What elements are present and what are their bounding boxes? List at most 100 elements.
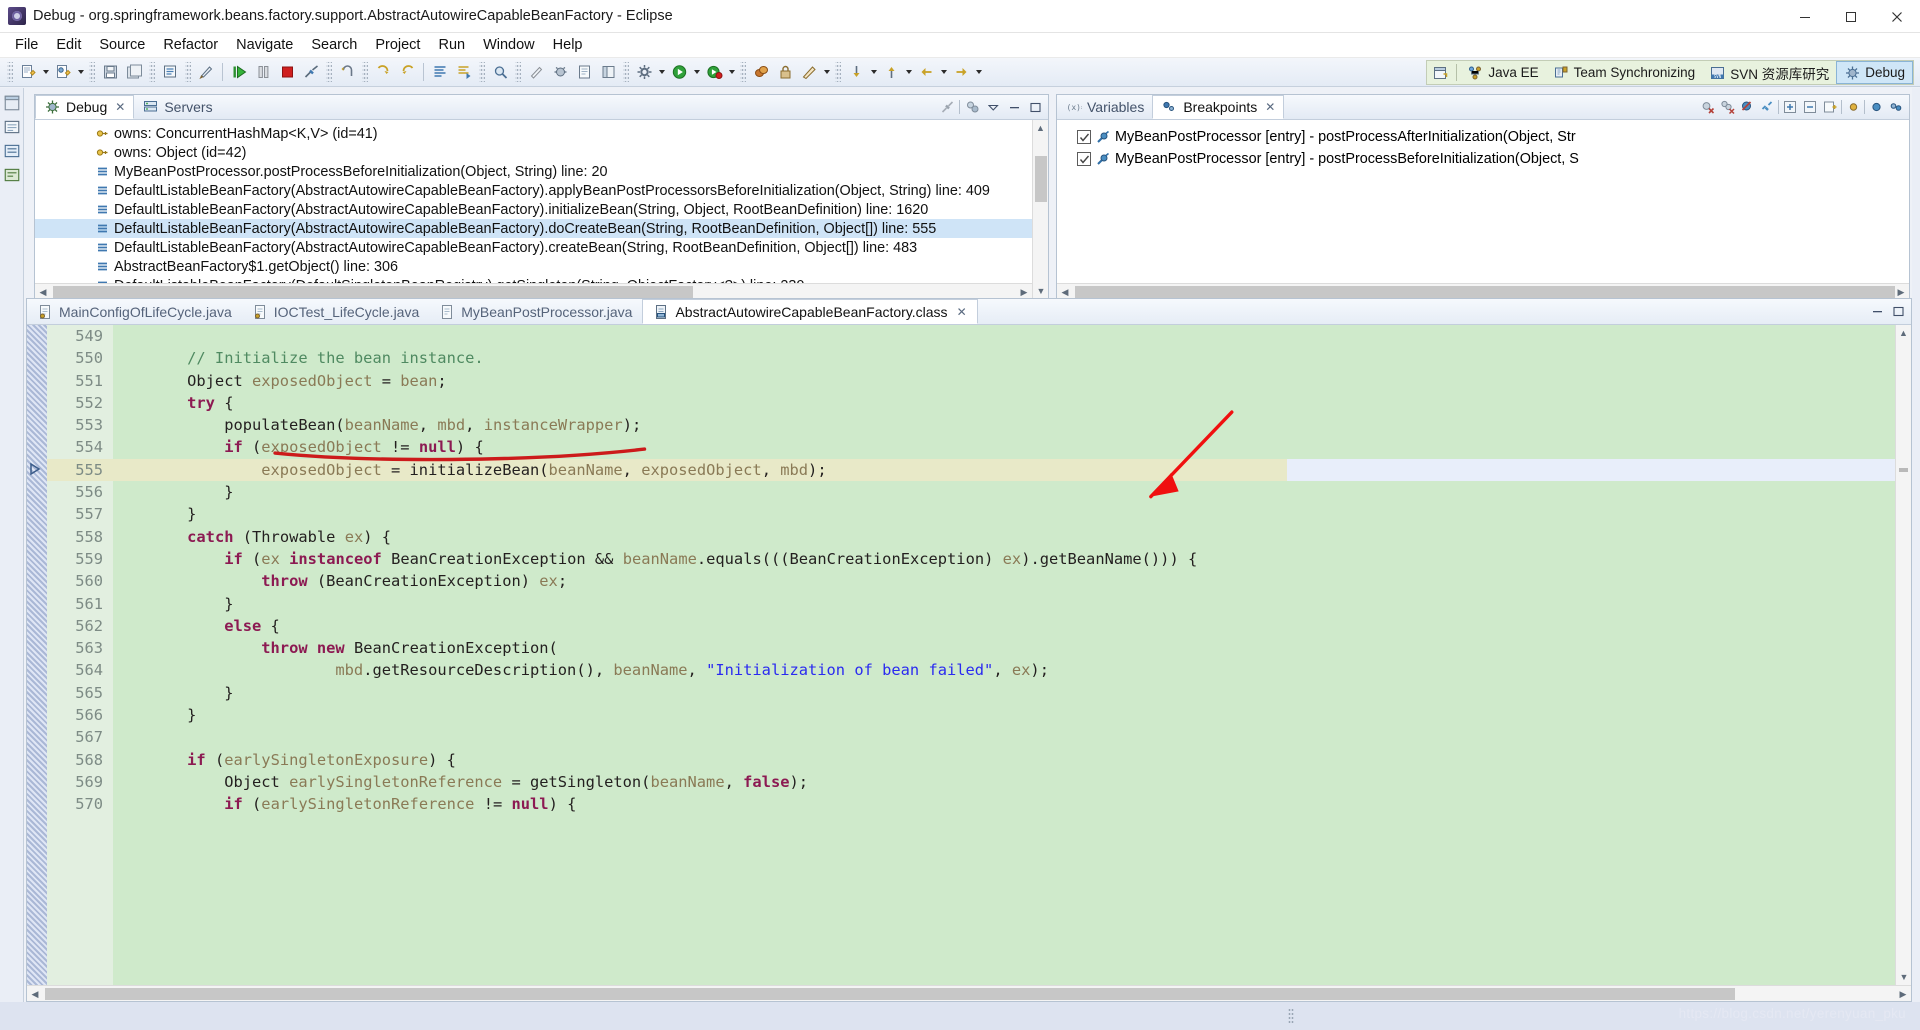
minimize-icon[interactable] xyxy=(1868,302,1886,320)
stack-frame-row[interactable]: MyBeanPostProcessor.postProcessBeforeIni… xyxy=(35,162,1048,181)
close-icon[interactable] xyxy=(1874,0,1920,33)
new-java-class-icon[interactable] xyxy=(52,61,74,83)
new-java-class-dropdown-icon[interactable] xyxy=(75,61,86,83)
breakpoint-checkbox[interactable] xyxy=(1077,130,1091,144)
scrollbar-thumb[interactable] xyxy=(1075,286,1895,298)
open-perspective-icon[interactable] xyxy=(1427,61,1453,84)
prev-annotation-icon[interactable] xyxy=(880,61,902,83)
scroll-right-icon[interactable]: ▶ xyxy=(1895,986,1911,1001)
toolbar-grip-10[interactable] xyxy=(740,62,746,82)
restore-icon[interactable] xyxy=(3,94,21,112)
menu-edit[interactable]: Edit xyxy=(47,35,90,55)
maximize-icon[interactable] xyxy=(1889,302,1907,320)
status-bar-grip[interactable] xyxy=(1288,1008,1294,1025)
remove-breakpoint-icon[interactable] xyxy=(1698,98,1716,116)
forward-dropdown-icon[interactable] xyxy=(973,61,984,83)
source-line[interactable]: } xyxy=(113,503,1895,525)
annotation-dropdown-icon[interactable] xyxy=(821,61,832,83)
suspend-icon[interactable] xyxy=(252,61,274,83)
toggle-mark-occurrences-icon[interactable] xyxy=(195,61,217,83)
toolbar-grip-9[interactable] xyxy=(623,62,629,82)
breakpoints-horizontal-scrollbar[interactable]: ◀ ▶ xyxy=(1057,283,1909,299)
menu-project[interactable]: Project xyxy=(366,35,429,55)
debug-last-icon[interactable] xyxy=(549,61,571,83)
tab-servers[interactable]: Servers xyxy=(134,95,220,119)
toolbar-grip-6[interactable] xyxy=(362,62,368,82)
tab-debug-close-icon[interactable]: ✕ xyxy=(115,100,125,114)
toolbar-grip-5[interactable] xyxy=(326,62,332,82)
save-all-icon[interactable] xyxy=(123,61,145,83)
stack-frame-row[interactable]: owns: Object (id=42) xyxy=(35,143,1048,162)
scroll-left-icon[interactable]: ◀ xyxy=(27,986,43,1001)
properties-icon[interactable] xyxy=(573,61,595,83)
debug-run-dropdown-icon[interactable] xyxy=(726,61,737,83)
package-explorer-icon[interactable] xyxy=(3,118,21,136)
toolbar-grip-11[interactable] xyxy=(835,62,841,82)
expand-all-icon[interactable] xyxy=(1781,98,1799,116)
scroll-down-icon[interactable]: ▼ xyxy=(1896,969,1911,985)
perspective-debug[interactable]: Debug xyxy=(1836,61,1913,84)
stack-frame-row[interactable]: DefaultListableBeanFactory(AbstractAutow… xyxy=(35,200,1048,219)
toolbar-grip-8[interactable] xyxy=(515,62,521,82)
source-line[interactable]: Object exposedObject = bean; xyxy=(113,370,1895,392)
step-over-icon[interactable] xyxy=(396,61,418,83)
minimize-icon[interactable] xyxy=(1005,98,1023,116)
editor-tab-mainconfigoflifecycle[interactable]: MainConfigOfLifeCycle.java xyxy=(27,299,242,324)
scroll-up-icon[interactable]: ▲ xyxy=(1896,325,1911,341)
scrollbar-thumb[interactable] xyxy=(45,988,1735,1000)
stack-frame-row[interactable]: owns: ConcurrentHashMap<K,V> (id=41) xyxy=(35,124,1048,143)
menu-run[interactable]: Run xyxy=(429,35,474,55)
run-icon[interactable] xyxy=(668,61,690,83)
menu-refactor[interactable]: Refactor xyxy=(154,35,227,55)
disconnect-icon[interactable] xyxy=(938,98,956,116)
run-dropdown-icon[interactable] xyxy=(691,61,702,83)
menu-search[interactable]: Search xyxy=(302,35,366,55)
tab-breakpoints[interactable]: Breakpoints ✕ xyxy=(1152,95,1285,119)
view-menu-icon[interactable] xyxy=(1887,98,1905,116)
working-sets-icon[interactable] xyxy=(1844,98,1862,116)
menu-help[interactable]: Help xyxy=(544,35,592,55)
search-icon[interactable] xyxy=(489,61,511,83)
toolbar-grip-4[interactable] xyxy=(185,62,191,82)
scrollbar-thumb[interactable] xyxy=(53,286,693,298)
source-line[interactable]: if (exposedObject != null) { xyxy=(113,436,1895,458)
source-line[interactable]: } xyxy=(113,481,1895,503)
drop-to-frame-icon[interactable] xyxy=(963,98,981,116)
prev-annotation-dropdown-icon[interactable] xyxy=(903,61,914,83)
source-line[interactable]: Object earlySingletonReference = getSing… xyxy=(113,771,1895,793)
layout-icon[interactable] xyxy=(597,61,619,83)
source-line[interactable]: throw new BeanCreationException( xyxy=(113,637,1895,659)
scrollbar-thumb[interactable] xyxy=(1035,156,1047,202)
source-line[interactable]: else { xyxy=(113,615,1895,637)
menu-navigate[interactable]: Navigate xyxy=(227,35,302,55)
save-icon[interactable] xyxy=(99,61,121,83)
perspective-team-synchronizing[interactable]: Team Synchronizing xyxy=(1546,61,1703,84)
menu-file[interactable]: File xyxy=(6,35,47,55)
external-tools-dropdown-icon[interactable] xyxy=(656,61,667,83)
breakpoint-row[interactable]: MyBeanPostProcessor [entry] - postProces… xyxy=(1057,148,1909,170)
view-menu-icon[interactable] xyxy=(984,98,1002,116)
back-icon[interactable] xyxy=(915,61,937,83)
toolbar-grip-2[interactable] xyxy=(89,62,95,82)
tab-variables[interactable]: (x)= Variables xyxy=(1057,95,1152,119)
step-into-icon[interactable] xyxy=(372,61,394,83)
lock-icon[interactable] xyxy=(774,61,796,83)
link-icon[interactable] xyxy=(1758,98,1776,116)
external-tools-icon[interactable] xyxy=(633,61,655,83)
menu-window[interactable]: Window xyxy=(474,35,544,55)
scroll-right-icon[interactable]: ▶ xyxy=(1016,284,1032,299)
console-icon[interactable] xyxy=(3,166,21,184)
resume-icon[interactable] xyxy=(228,61,250,83)
source-line[interactable]: if (earlySingletonExposure) { xyxy=(113,749,1895,771)
coverage-icon[interactable] xyxy=(750,61,772,83)
source-line[interactable]: } xyxy=(113,704,1895,726)
source-line[interactable]: if (ex instanceof BeanCreationException … xyxy=(113,548,1895,570)
source-line[interactable] xyxy=(113,325,1895,347)
stack-frame-row[interactable]: AbstractBeanFactory$1.getObject() line: … xyxy=(35,257,1048,276)
tab-breakpoints-close-icon[interactable]: ✕ xyxy=(1265,100,1275,114)
add-exception-icon[interactable] xyxy=(1821,98,1839,116)
toolbar-grip-7[interactable] xyxy=(479,62,485,82)
print-icon[interactable] xyxy=(159,61,181,83)
breakpoint-row[interactable]: MyBeanPostProcessor [entry] - postProces… xyxy=(1057,126,1909,148)
stack-frame-row[interactable]: DefaultListableBeanFactory(AbstractAutow… xyxy=(35,181,1048,200)
